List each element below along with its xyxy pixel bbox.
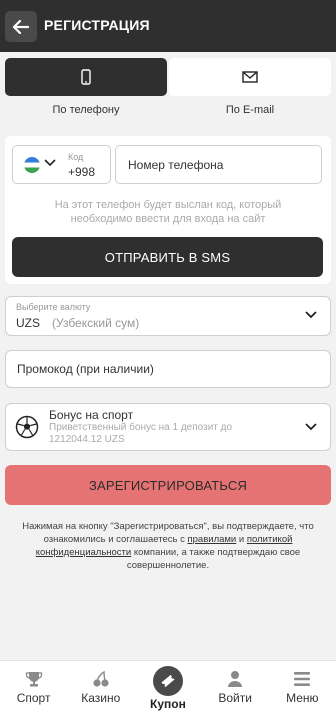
arrow-left-icon xyxy=(13,19,29,34)
currency-code: UZS xyxy=(16,316,40,330)
nav-item-sport[interactable]: Спорт xyxy=(0,661,67,711)
header: РЕГИСТРАЦИЯ xyxy=(0,0,336,52)
menu-icon xyxy=(294,672,311,686)
legal-text-part2: и xyxy=(236,534,247,545)
code-value: +998 xyxy=(68,165,96,179)
phone-icon xyxy=(81,69,91,85)
promo-code-input[interactable]: Промокод (при наличии) xyxy=(5,350,331,388)
send-sms-button[interactable]: ОТПРАВИТЬ В SMS xyxy=(12,237,323,277)
phone-hint: На этот телефон будет выслан код, которы… xyxy=(54,199,282,225)
phone-input[interactable]: Номер телефона xyxy=(115,145,322,184)
nav-label-login: Войти xyxy=(218,691,252,705)
nav-item-login[interactable]: Войти xyxy=(202,661,269,711)
register-button[interactable]: ЗАРЕГИСТРИРОВАТЬСЯ xyxy=(5,465,331,505)
chevron-down-icon xyxy=(44,159,56,167)
country-code-select[interactable]: Код +998 xyxy=(12,145,111,184)
registration-tabs xyxy=(5,58,331,98)
code-label: Код xyxy=(68,152,84,162)
currency-select[interactable]: Выберите валюту UZS (Узбекский сум) xyxy=(5,296,331,336)
tab-phone[interactable] xyxy=(5,58,167,96)
chevron-down-icon xyxy=(305,423,317,431)
coupon-badge xyxy=(152,666,183,696)
trophy-icon xyxy=(25,672,42,687)
rules-link[interactable]: правилами xyxy=(188,534,237,545)
envelope-icon xyxy=(242,71,258,83)
legal-text: Нажимая на кнопку "Зарегистрироваться", … xyxy=(10,520,326,572)
currency-name: (Узбекский сум) xyxy=(52,316,140,330)
page-title: РЕГИСТРАЦИЯ xyxy=(44,17,150,33)
cherries-icon xyxy=(93,670,109,687)
legal-text-part3: компании, а также подтверждаю свое совер… xyxy=(126,547,301,571)
bonus-subtitle: Приветственный бонус на 1 депозит до 121… xyxy=(49,422,233,445)
nav-item-casino[interactable]: Казино xyxy=(67,661,134,711)
bonus-title: Бонус на спорт xyxy=(49,408,134,422)
uzbekistan-flag-icon xyxy=(24,157,40,173)
nav-label-menu: Меню xyxy=(286,691,319,705)
chevron-down-icon xyxy=(305,311,317,319)
back-button[interactable] xyxy=(5,11,37,42)
soccer-ball-icon xyxy=(15,415,39,439)
nav-item-menu[interactable]: Меню xyxy=(269,661,336,711)
user-icon xyxy=(228,671,243,687)
nav-item-coupon[interactable]: Купон xyxy=(134,661,201,711)
bottom-nav: Спорт Казино Купон Войти Меню xyxy=(0,660,336,711)
currency-label: Выберите валюту xyxy=(16,302,91,312)
nav-label-coupon: Купон xyxy=(150,697,186,711)
nav-label-sport: Спорт xyxy=(16,691,51,705)
phone-card: Код +998 Номер телефона На этот телефон … xyxy=(5,136,331,284)
tab-phone-label[interactable]: По телефону xyxy=(5,104,167,116)
tab-email-label[interactable]: По E-mail xyxy=(169,104,331,116)
ticket-icon xyxy=(161,674,175,688)
nav-label-casino: Казино xyxy=(81,691,121,705)
tab-email[interactable] xyxy=(169,58,331,96)
bonus-select[interactable]: Бонус на спорт Приветственный бонус на 1… xyxy=(5,403,331,451)
